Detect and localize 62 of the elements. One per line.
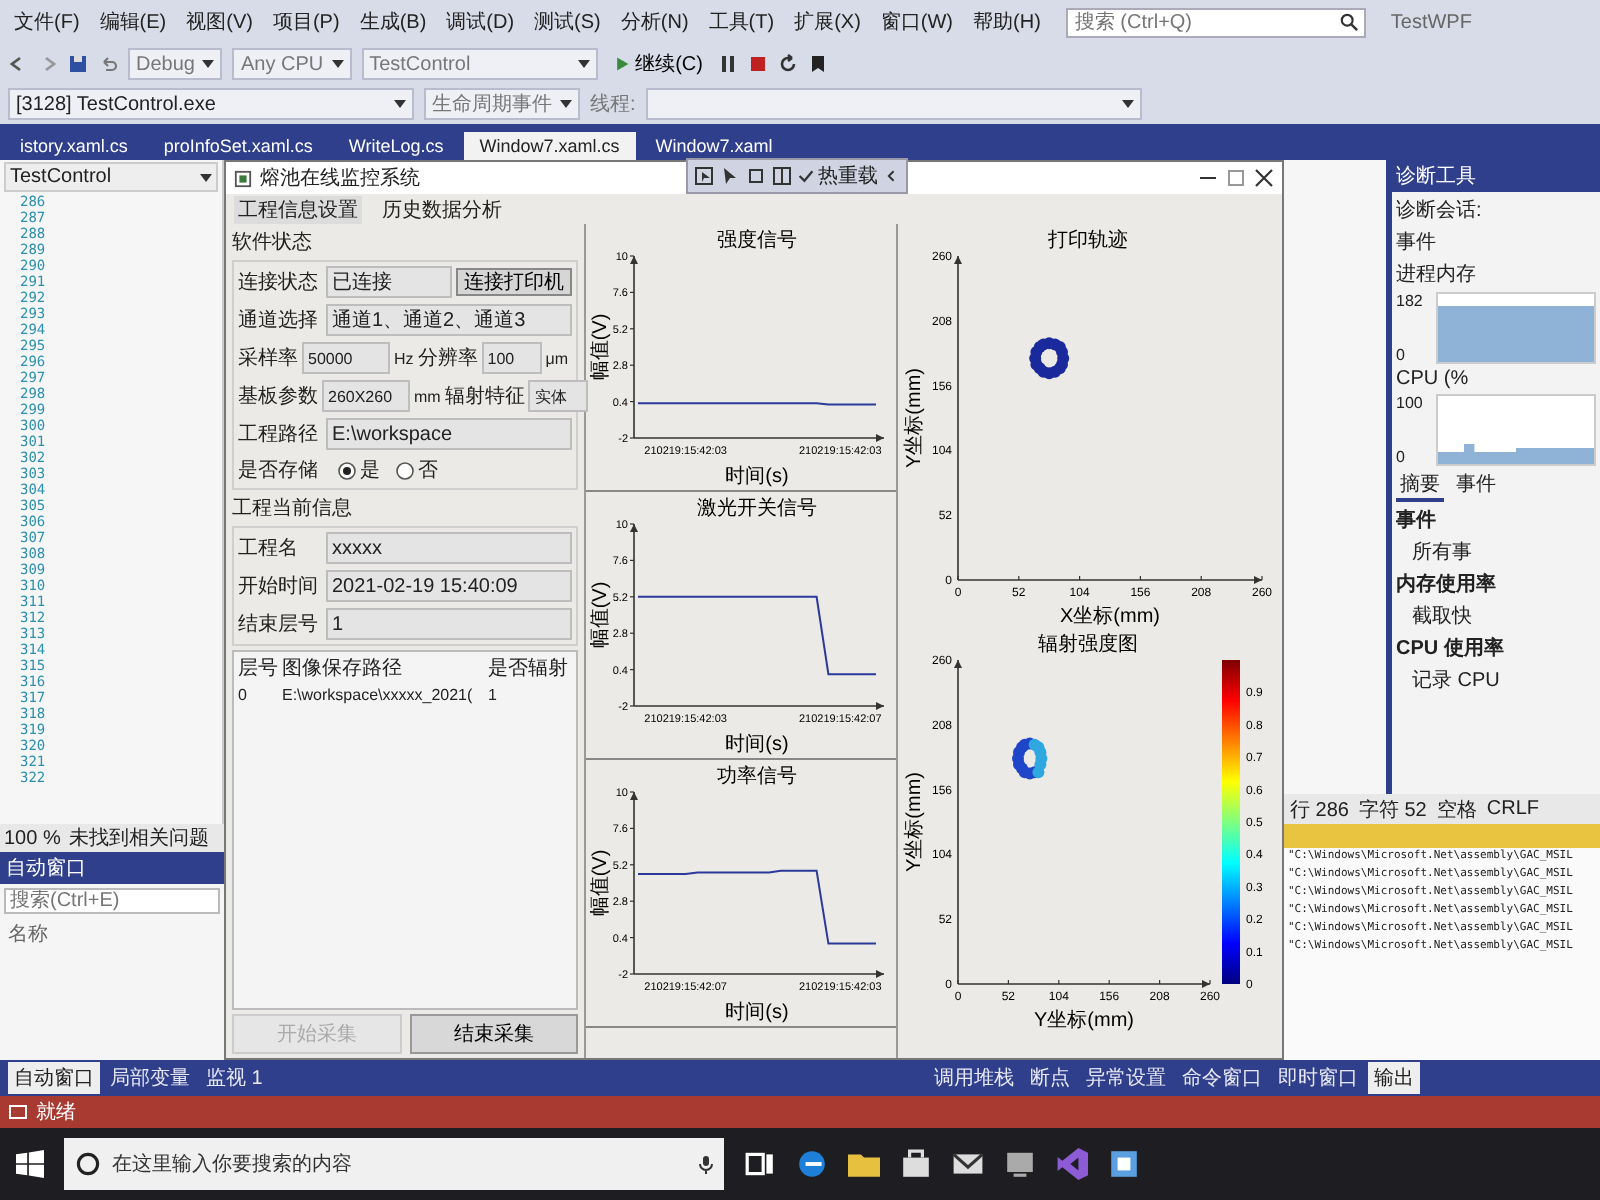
- axis-label: X坐标(mm): [1060, 606, 1160, 628]
- column-header: 图像保存路径: [282, 656, 404, 682]
- axis-value: 100: [1396, 394, 1425, 412]
- status-text: CRLF: [1486, 798, 1539, 820]
- field-label: 工程路径: [238, 422, 320, 448]
- section-title: 进程内存: [1396, 261, 1478, 288]
- status-text: 行 286: [1290, 797, 1349, 823]
- field-label: 结束层号: [238, 611, 320, 638]
- unit-label: Hz: [394, 349, 414, 367]
- section-title: CPU 使用率: [1396, 634, 1506, 662]
- section-title: CPU (%: [1396, 368, 1471, 390]
- chart-title: 辐射强度图: [1038, 634, 1138, 656]
- axis-label: 时间(s): [725, 1002, 789, 1024]
- table-cell-text: E:\workspace\xxxxx_2021(: [282, 686, 475, 704]
- section-title: 事件: [1396, 507, 1438, 534]
- field-label: 采样率: [238, 345, 298, 372]
- chart-title: 激光开关信号: [697, 498, 817, 520]
- column-header: 名称: [6, 922, 50, 950]
- panel-title: 自动窗口: [0, 852, 224, 884]
- group-title: 软件状态: [232, 229, 314, 256]
- thread-label: 线程:: [590, 91, 636, 118]
- radio-label: 否: [418, 458, 438, 484]
- axis-value: 0: [1396, 448, 1407, 466]
- status-text: 空格: [1436, 797, 1477, 823]
- field-label: 基板参数: [238, 383, 318, 410]
- column-header: 是否辐射: [488, 655, 570, 682]
- field-label: 是否存储: [238, 457, 320, 484]
- axis-label: 幅值(V): [590, 313, 612, 381]
- chart-title: 强度信号: [717, 230, 797, 252]
- table-cell-text: 0: [238, 686, 249, 704]
- solution-name: TestWPF: [1390, 11, 1472, 33]
- panel-title: 诊断工具: [1392, 160, 1600, 192]
- section-title: 内存使用率: [1396, 570, 1498, 598]
- issues-status: 未找到相关问题: [68, 825, 209, 852]
- session-label: 诊断会话:: [1396, 197, 1484, 224]
- group-title: 工程当前信息: [232, 495, 354, 522]
- field-label: 辐射特征: [444, 383, 525, 410]
- unit-label: mm: [414, 387, 441, 405]
- axis-label: Y坐标(mm): [1034, 1010, 1134, 1032]
- column-header: 层号: [238, 656, 278, 682]
- field-label: 开始时间: [238, 573, 320, 600]
- axis-label: 幅值(V): [590, 581, 612, 649]
- axis-value: 0: [1396, 346, 1407, 364]
- unit-label: μm: [545, 349, 569, 367]
- window-title: 熔池在线监控系统: [260, 165, 420, 192]
- axis-label: Y坐标(mm): [904, 772, 926, 872]
- field-label: 连接状态: [238, 269, 320, 296]
- status-text: 就绪: [36, 1099, 76, 1126]
- field-label: 分辨率: [417, 345, 478, 372]
- axis-label: 时间(s): [725, 734, 789, 756]
- axis-label: 幅值(V): [590, 849, 612, 917]
- section-title: 事件: [1396, 229, 1438, 256]
- radio-label: 是: [360, 458, 380, 484]
- table-cell-text: 1: [488, 686, 499, 704]
- chart-title: 功率信号: [717, 766, 797, 788]
- field-label: 通道选择: [238, 307, 320, 334]
- axis-label: Y坐标(mm): [904, 368, 926, 468]
- chart-title: 打印轨迹: [1048, 230, 1128, 252]
- status-text: 字符 52: [1358, 797, 1427, 823]
- axis-label: 时间(s): [725, 466, 789, 488]
- axis-value: 182: [1396, 292, 1425, 310]
- field-label: 工程名: [238, 536, 300, 562]
